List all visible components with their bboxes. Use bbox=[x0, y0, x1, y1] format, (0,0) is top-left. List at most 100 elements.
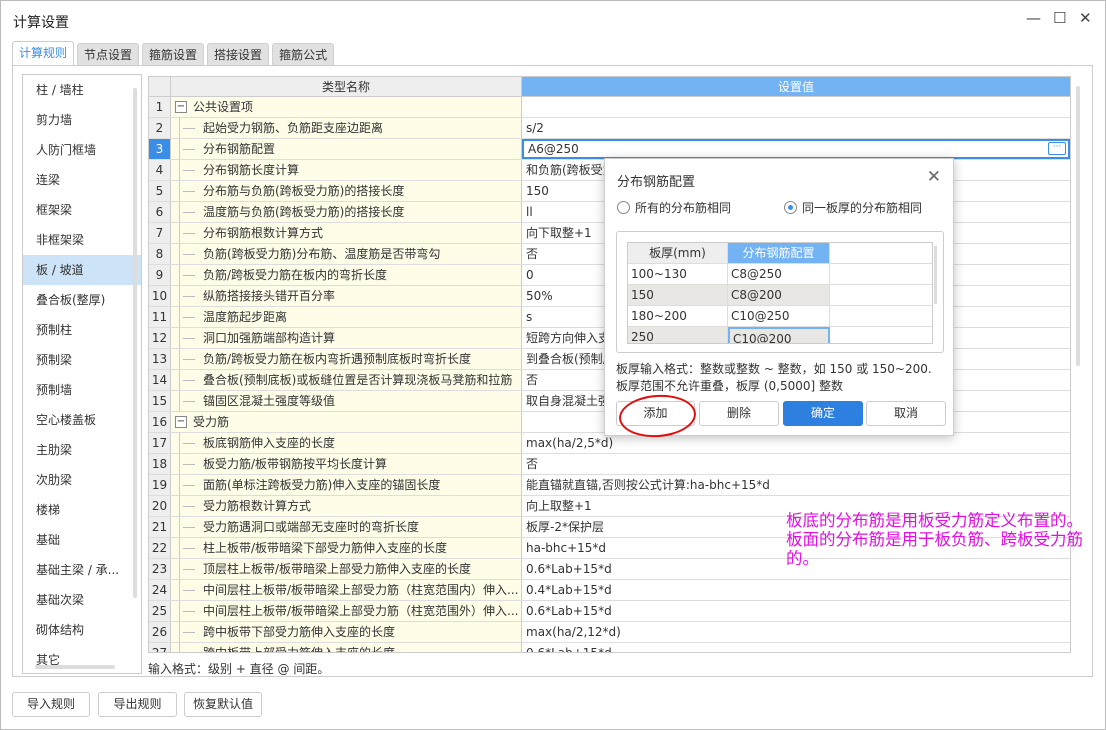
table-row[interactable]: 25 中间层柱上板带/板带暗梁上部受力筋（柱宽范围外）伸入... 0.6*Lab+1… bbox=[149, 601, 1070, 622]
sidebar-item[interactable]: 预制梁 bbox=[23, 345, 141, 375]
sidebar-item[interactable]: 楼梯 bbox=[23, 495, 141, 525]
sidebar: 柱 / 墙柱 剪力墙 人防门框墙 连梁 框架梁 非框架梁板 / 坡道 叠合板(整厚) 预制柱预… bbox=[22, 74, 142, 674]
table-row[interactable]: 3 分布钢筋配置 A6@250 ··· bbox=[149, 139, 1070, 160]
tab-lap-settings[interactable]: 搭接设置 bbox=[207, 43, 270, 65]
row-name-cell: 洞口加强筋端部构造计算 bbox=[171, 328, 522, 348]
row-value-cell[interactable]: 0.6*Lab+15*d bbox=[522, 643, 1070, 652]
thickness-cell[interactable]: 250 bbox=[628, 327, 728, 343]
radio-circle-icon bbox=[617, 201, 630, 214]
row-value-cell[interactable]: 0.6*Lab+15*d bbox=[522, 601, 1070, 621]
row-value-cell[interactable]: 能直锚就直锚,否则按公式计算:ha-bhc+15*d bbox=[522, 475, 1070, 495]
tab-calc-rules[interactable]: 计算规则 bbox=[12, 41, 75, 65]
table-row[interactable]: 24 中间层柱上板带/板带暗梁上部受力筋（柱宽范围内）伸入... 0.4*Lab+1… bbox=[149, 580, 1070, 601]
row-number: 17 bbox=[149, 433, 171, 453]
tree-branch bbox=[183, 128, 195, 129]
sidebar-h-scrollbar[interactable] bbox=[35, 665, 115, 669]
row-value: A6@250 bbox=[528, 142, 579, 156]
sidebar-item[interactable]: 次肋梁 bbox=[23, 465, 141, 495]
thickness-row[interactable]: 150 C8@200 bbox=[628, 285, 932, 306]
rebar-config-cell[interactable]: C8@250 bbox=[728, 264, 830, 284]
ok-button[interactable]: 确定 bbox=[783, 401, 863, 426]
sidebar-item[interactable]: 预制柱 bbox=[23, 315, 141, 345]
table-row[interactable]: 26 跨中板带下部受力筋伸入支座的长度 max(ha/2,12*d) bbox=[149, 622, 1070, 643]
rebar-config-cell[interactable]: C8@200 bbox=[728, 285, 830, 305]
row-value-cell[interactable]: s/2 bbox=[522, 118, 1070, 138]
table-row[interactable]: 18 板受力筋/板带钢筋按平均长度计算 否 bbox=[149, 454, 1070, 475]
minimize-button[interactable]: — bbox=[1026, 9, 1041, 27]
table-row[interactable]: 27 跨中板带上部受力筋伸入支座的长度 0.6*Lab+15*d bbox=[149, 643, 1070, 652]
row-value: 0 bbox=[526, 268, 534, 282]
row-name-cell: 跨中板带下部受力筋伸入支座的长度 bbox=[171, 622, 522, 642]
sidebar-item[interactable]: 板 / 坡道 bbox=[23, 255, 141, 285]
tab-node-settings[interactable]: 节点设置 bbox=[77, 43, 140, 65]
rebar-config-cell[interactable]: C10@200 bbox=[728, 327, 830, 343]
row-value-cell[interactable]: max(ha/2,12*d) bbox=[522, 622, 1070, 642]
thickness-table-scrollbar[interactable] bbox=[934, 246, 937, 304]
tab-stirrup-formula[interactable]: 箍筋公式 bbox=[272, 43, 335, 65]
header-thickness: 板厚(mm) bbox=[628, 243, 728, 263]
ellipsis-button[interactable]: ··· bbox=[1048, 142, 1066, 155]
table-row[interactable]: 1− 公共设置项 bbox=[149, 97, 1070, 118]
row-value: ll bbox=[526, 205, 533, 219]
maximize-button[interactable]: ☐ bbox=[1053, 9, 1066, 27]
thickness-cell[interactable]: 150 bbox=[628, 285, 728, 305]
thickness-cell[interactable]: 180~200 bbox=[628, 306, 728, 326]
row-value-cell[interactable]: A6@250 ··· bbox=[522, 139, 1070, 159]
dialog-close-icon[interactable]: ✕ bbox=[927, 167, 941, 187]
row-value-cell[interactable] bbox=[522, 97, 1070, 117]
sidebar-item[interactable]: 预制墙 bbox=[23, 375, 141, 405]
row-value-cell[interactable]: 否 bbox=[522, 454, 1070, 474]
delete-button[interactable]: 删除 bbox=[699, 401, 779, 426]
sidebar-item[interactable]: 叠合板(整厚) bbox=[23, 285, 141, 315]
row-number: 24 bbox=[149, 580, 171, 600]
row-name: 中间层柱上板带/板带暗梁上部受力筋（柱宽范围内）伸入... bbox=[203, 583, 519, 597]
sidebar-item[interactable]: 主肋梁 bbox=[23, 435, 141, 465]
grid-scrollbar[interactable] bbox=[1076, 86, 1080, 366]
row-value-cell[interactable]: max(ha/2,5*d) bbox=[522, 433, 1070, 453]
table-row[interactable]: 19 面筋(单标注跨板受力筋)伸入支座的锚固长度 能直锚就直锚,否则按公式计算:ha… bbox=[149, 475, 1070, 496]
cancel-button[interactable]: 取消 bbox=[866, 401, 946, 426]
row-value-cell[interactable]: 0.4*Lab+15*d bbox=[522, 580, 1070, 600]
sidebar-item[interactable]: 基础次梁 bbox=[23, 585, 141, 615]
sidebar-item[interactable]: 柱 / 墙柱 bbox=[23, 75, 141, 105]
sidebar-item[interactable]: 非框架梁 bbox=[23, 225, 141, 255]
row-value: 向下取整+1 bbox=[526, 226, 592, 240]
radio-same-thickness[interactable]: 同一板厚的分布筋相同 bbox=[784, 199, 922, 216]
thickness-cell[interactable]: 100~130 bbox=[628, 264, 728, 284]
tree-branch bbox=[183, 212, 195, 213]
radio-all-same[interactable]: 所有的分布筋相同 bbox=[617, 199, 731, 216]
sidebar-item[interactable]: 框架梁 bbox=[23, 195, 141, 225]
tree-branch bbox=[183, 296, 195, 297]
tree-line bbox=[179, 328, 180, 348]
tree-branch bbox=[183, 569, 195, 570]
annotation-line: 板底的分布筋是用板受力筋定义布置的。 bbox=[786, 511, 1083, 530]
sidebar-item[interactable]: 剪力墙 bbox=[23, 105, 141, 135]
sidebar-item[interactable]: 连梁 bbox=[23, 165, 141, 195]
tab-stirrup-settings[interactable]: 箍筋设置 bbox=[142, 43, 205, 65]
row-name: 叠合板(预制底板)或板缝位置是否计算现浇板马凳筋和拉筋 bbox=[203, 373, 513, 387]
sidebar-item[interactable]: 其它 bbox=[23, 645, 141, 673]
thickness-row[interactable]: 180~200 C10@250 bbox=[628, 306, 932, 327]
sidebar-scrollbar[interactable] bbox=[133, 88, 137, 598]
row-name: 分布钢筋根数计算方式 bbox=[203, 226, 324, 240]
thickness-row[interactable]: 100~130 C8@250 bbox=[628, 264, 932, 285]
close-button[interactable]: ✕ bbox=[1079, 9, 1092, 27]
export-rules-button[interactable]: 导出规则 bbox=[98, 692, 177, 717]
thickness-row[interactable]: 250 C10@200 bbox=[628, 327, 932, 343]
table-row[interactable]: 2 起始受力钢筋、负筋距支座边距离 s/2 bbox=[149, 118, 1070, 139]
row-number: 7 bbox=[149, 223, 171, 243]
collapse-icon[interactable]: − bbox=[175, 101, 187, 113]
radio-label: 同一板厚的分布筋相同 bbox=[802, 201, 923, 215]
import-rules-button[interactable]: 导入规则 bbox=[12, 692, 90, 717]
sidebar-item[interactable]: 空心楼盖板 bbox=[23, 405, 141, 435]
sidebar-item[interactable]: 砌体结构 bbox=[23, 615, 141, 645]
restore-defaults-button[interactable]: 恢复默认值 bbox=[184, 692, 262, 717]
sidebar-item[interactable]: 基础主梁 / 承... bbox=[23, 555, 141, 585]
sidebar-item[interactable]: 人防门框墙 bbox=[23, 135, 141, 165]
sidebar-item[interactable]: 基础 bbox=[23, 525, 141, 555]
collapse-icon[interactable]: − bbox=[175, 416, 187, 428]
row-number: 1 bbox=[149, 97, 171, 117]
rebar-config-cell[interactable]: C10@250 bbox=[728, 306, 830, 326]
table-row[interactable]: 17 板底钢筋伸入支座的长度 max(ha/2,5*d) bbox=[149, 433, 1070, 454]
row-name: 中间层柱上板带/板带暗梁上部受力筋（柱宽范围外）伸入... bbox=[203, 604, 519, 618]
